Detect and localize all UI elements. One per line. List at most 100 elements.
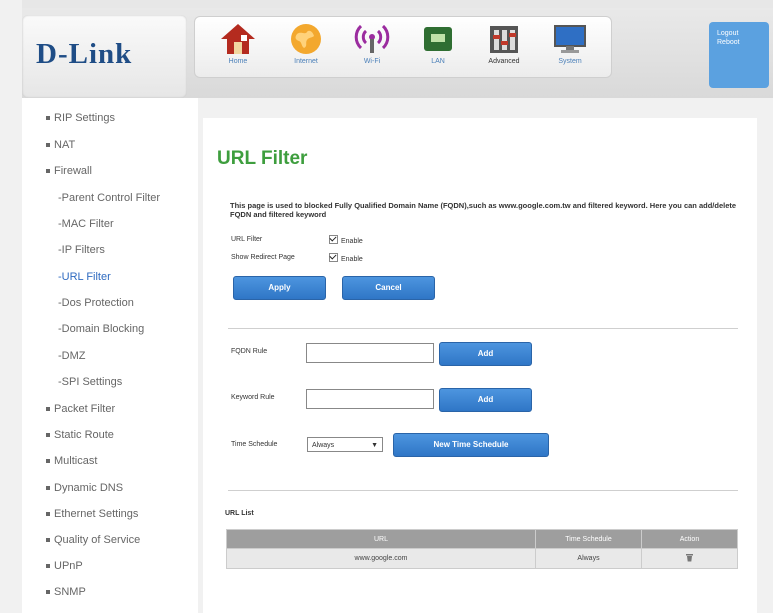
show-redirect-checkbox[interactable]: Enable: [329, 253, 363, 263]
add-fqdn-button[interactable]: Add: [439, 342, 532, 366]
column-header-time-schedule: Time Schedule: [535, 529, 642, 549]
globe-icon: [291, 24, 321, 54]
reboot-link[interactable]: Reboot: [709, 37, 769, 46]
checkbox-icon: [329, 253, 338, 262]
sidebar-item-dos-protection[interactable]: -Dos Protection: [58, 297, 134, 309]
page-description: This page is used to blocked Fully Quali…: [230, 201, 737, 219]
add-keyword-button[interactable]: Add: [439, 388, 532, 412]
sidebar: RIP Settings NAT Firewall -Parent Contro…: [22, 98, 198, 613]
sidebar-item-label: -Parent Control Filter: [58, 192, 161, 204]
sidebar-item-parent-control[interactable]: -Parent Control Filter: [58, 192, 160, 204]
fqdn-rule-input[interactable]: [306, 343, 434, 363]
new-time-schedule-button[interactable]: New Time Schedule: [393, 433, 549, 457]
keyword-rule-label: Keyword Rule: [231, 394, 275, 401]
session-box: Logout Reboot: [709, 22, 769, 88]
sidebar-item-ethernet-settings[interactable]: Ethernet Settings: [46, 508, 138, 520]
sidebar-item-dmz[interactable]: -DMZ: [58, 350, 86, 362]
system-icon: [554, 25, 586, 53]
bullet-icon: [46, 512, 50, 517]
sidebar-item-firewall[interactable]: Firewall: [46, 165, 92, 177]
sidebar-item-label: -URL Filter: [58, 271, 111, 283]
trash-icon[interactable]: [685, 553, 694, 562]
checkbox-icon: [329, 235, 338, 244]
top-frame: [22, 0, 773, 8]
nav-system[interactable]: System: [547, 21, 593, 75]
sidebar-item-nat[interactable]: NAT: [46, 139, 75, 151]
nav-home[interactable]: Home: [215, 21, 261, 75]
column-header-action: Action: [641, 529, 738, 549]
sidebar-item-domain-blocking[interactable]: -Domain Blocking: [58, 323, 144, 335]
show-redirect-label: Show Redirect Page: [231, 254, 295, 261]
url-filter-label: URL Filter: [231, 236, 263, 243]
nav-lan[interactable]: LAN: [415, 21, 461, 75]
sidebar-item-label: Quality of Service: [54, 534, 141, 546]
advanced-icon: [490, 26, 518, 53]
bullet-icon: [46, 564, 50, 569]
bullet-icon: [46, 538, 50, 543]
sidebar-item-upnp[interactable]: UPnP: [46, 560, 83, 572]
table-row: www.google.com Always: [226, 548, 738, 569]
top-nav: Home Internet Wi-Fi LAN Advanced System: [194, 16, 612, 78]
sidebar-item-url-filter[interactable]: -URL Filter: [58, 271, 111, 283]
sidebar-item-label: -DMZ: [58, 350, 86, 362]
sidebar-item-rip[interactable]: RIP Settings: [46, 112, 115, 124]
fqdn-rule-label: FQDN Rule: [231, 348, 268, 355]
chevron-down-icon: ▼: [371, 442, 378, 449]
divider: [228, 328, 738, 329]
nav-advanced[interactable]: Advanced: [481, 21, 527, 75]
keyword-rule-input[interactable]: [306, 389, 434, 409]
bullet-icon: [46, 590, 50, 595]
nav-label: Internet: [294, 58, 318, 65]
sidebar-item-snmp[interactable]: SNMP: [46, 586, 86, 598]
apply-button[interactable]: Apply: [233, 276, 326, 300]
url-list-table: URL Time Schedule Action www.google.com …: [226, 529, 738, 569]
cancel-button[interactable]: Cancel: [342, 276, 435, 300]
sidebar-item-label: Dynamic DNS: [54, 482, 124, 494]
sidebar-item-multicast[interactable]: Multicast: [46, 455, 97, 467]
url-filter-checkbox[interactable]: Enable: [329, 235, 363, 245]
bullet-icon: [46, 116, 50, 121]
dlink-logo: D-Link: [36, 38, 133, 70]
sidebar-item-label: -MAC Filter: [58, 218, 114, 230]
time-schedule-label: Time Schedule: [231, 441, 278, 448]
sidebar-item-label: Packet Filter: [54, 403, 116, 415]
sidebar-item-label: Firewall: [54, 165, 92, 177]
sidebar-item-label: -SPI Settings: [58, 376, 123, 388]
sidebar-item-label: -IP Filters: [58, 244, 105, 256]
nav-internet[interactable]: Internet: [283, 21, 329, 75]
sidebar-item-label: RIP Settings: [54, 112, 115, 124]
nav-label: Advanced: [488, 58, 520, 65]
nav-label: Wi-Fi: [363, 58, 381, 65]
sidebar-item-label: SNMP: [54, 586, 86, 598]
sidebar-item-qos[interactable]: Quality of Service: [46, 534, 140, 546]
sidebar-item-label: NAT: [54, 139, 76, 151]
sidebar-item-dynamic-dns[interactable]: Dynamic DNS: [46, 482, 123, 494]
lan-icon: [424, 27, 452, 51]
column-header-url: URL: [226, 529, 536, 549]
sidebar-item-packet-filter[interactable]: Packet Filter: [46, 403, 115, 415]
sidebar-item-label: Static Route: [54, 429, 114, 441]
schedule-cell: Always: [535, 548, 642, 569]
bullet-icon: [46, 169, 50, 174]
divider: [228, 490, 738, 491]
action-cell: [641, 548, 738, 569]
sidebar-item-ip-filters[interactable]: -IP Filters: [58, 244, 105, 256]
url-list-title: URL List: [225, 510, 254, 517]
nav-label: LAN: [431, 58, 445, 65]
nav-label: Home: [228, 58, 248, 65]
sidebar-item-label: UPnP: [54, 560, 83, 572]
time-schedule-select[interactable]: Always ▼: [307, 437, 383, 452]
nav-wifi[interactable]: Wi-Fi: [349, 21, 395, 75]
sidebar-item-spi-settings[interactable]: -SPI Settings: [58, 376, 122, 388]
logout-link[interactable]: Logout: [709, 22, 769, 37]
bullet-icon: [46, 433, 50, 438]
sidebar-item-static-route[interactable]: Static Route: [46, 429, 114, 441]
left-frame: [0, 0, 22, 613]
checkbox-label: Enable: [341, 238, 363, 245]
sidebar-item-label: Multicast: [54, 455, 98, 467]
bullet-icon: [46, 486, 50, 491]
url-cell: www.google.com: [226, 548, 536, 569]
sidebar-item-label: -Domain Blocking: [58, 323, 145, 335]
bullet-icon: [46, 143, 50, 148]
sidebar-item-mac-filter[interactable]: -MAC Filter: [58, 218, 114, 230]
